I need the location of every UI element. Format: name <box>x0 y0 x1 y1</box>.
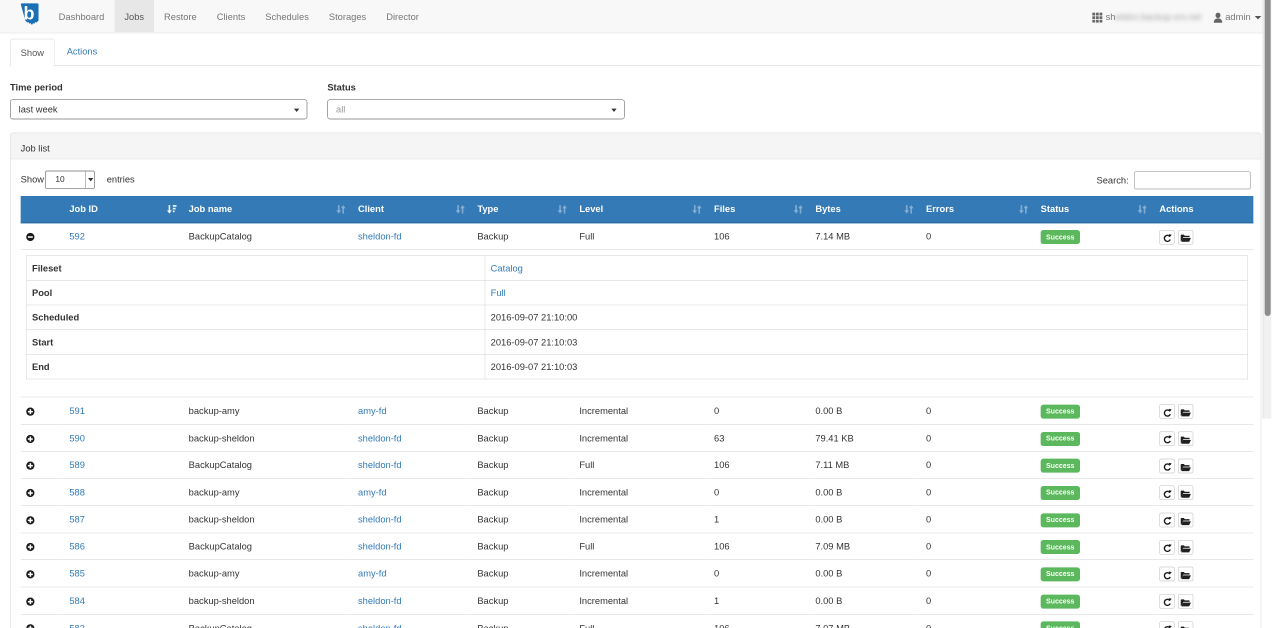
svg-text:b: b <box>24 3 35 23</box>
